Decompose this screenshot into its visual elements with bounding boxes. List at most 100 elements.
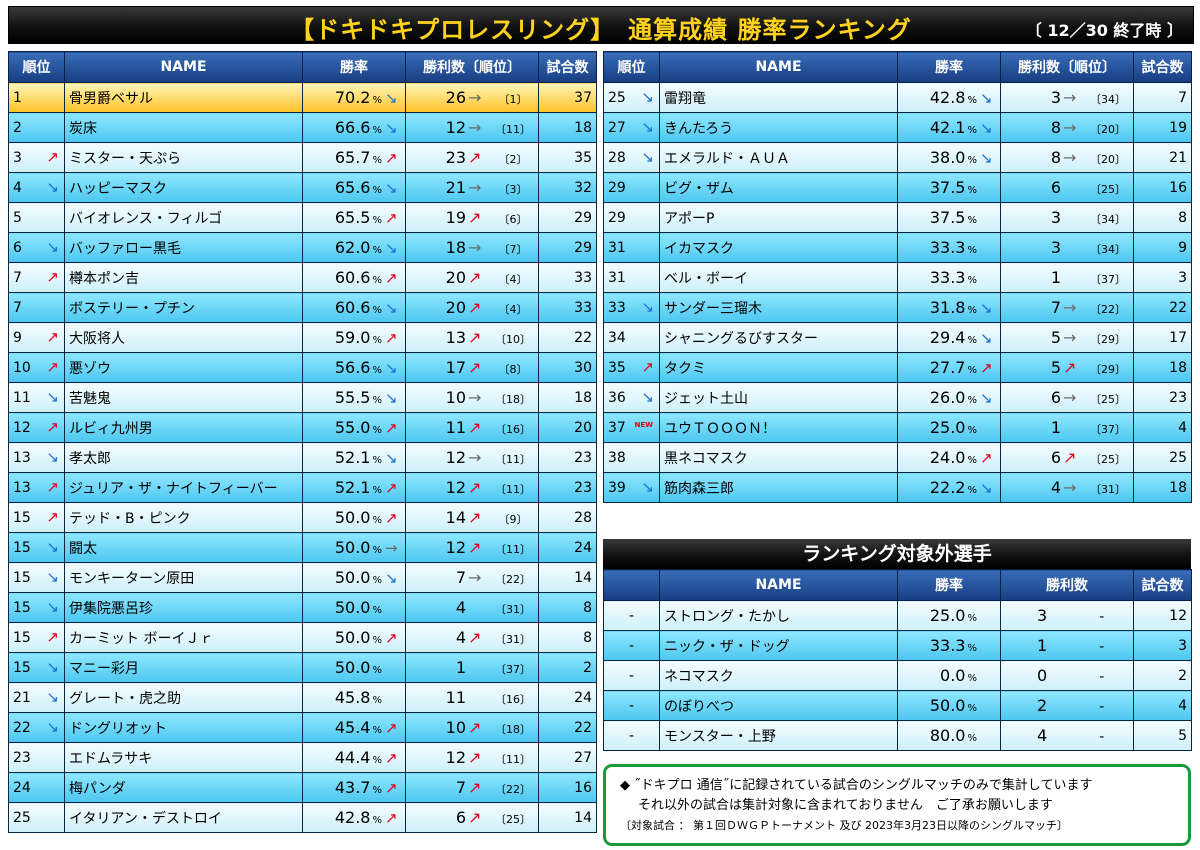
player-name: モンスター・上野 [659,720,898,751]
win-rate-cell: 0.0% [897,660,1001,691]
win-rate-value: 50.0 [334,598,371,617]
wins-value: 19 [445,208,466,227]
wins-rank: 〔8〕 [498,363,528,376]
table-row: 15 ↗ カーミット ボーイＪｒ 50.0% ↗ 4 ↗ 〔31〕 8 [8,622,597,653]
rank-value: 29 [608,179,626,196]
games-value: 2 [1133,660,1192,691]
table-row: 37 NEW ユウＴＯＯＯＮ！ 25.0% 1 〔37〕 4 [603,412,1192,443]
wins-value: 4 [455,628,466,647]
wins-cell: 1 〔37〕 [1000,262,1134,293]
table-header-row: 順位 NAME 勝率 勝利数〔順位〕 試合数 [8,51,597,83]
rank-cell: 15 ↘ [8,592,65,623]
rate-trend-icon: ↗ [385,779,398,797]
player-name: エメラルド・ＡＵＡ [659,142,898,173]
header-rate: 勝率 [302,51,406,83]
rank-trend-icon: ↘ [641,148,654,166]
wins-value: 11 [445,688,466,707]
rate-trend-icon: ↗ [980,449,993,467]
player-name: ジェット土山 [659,382,898,413]
wins-rank: 〔18〕 [495,723,531,736]
rank-value: 15 [13,509,31,526]
percent-sign: % [372,125,382,136]
wins-cell: 6 ↗ 〔25〕 [405,802,539,833]
excluded-table: NAME 勝率 勝利数 試合数 - ストロング・たかし 25.0% 3-12- ニック・… [603,569,1192,751]
wins-trend-icon: ↗ [468,358,482,377]
percent-sign: % [372,425,382,436]
rank-cell: 28 ↘ [603,142,660,173]
rank-dash: - [603,690,660,721]
wins-rank: 〔3〕 [498,183,528,196]
wins-value: 3 [1050,208,1061,227]
player-name: エドムラサキ [64,742,303,773]
games-value: 19 [1133,112,1192,143]
wins-value: 13 [445,328,466,347]
rank-cell: 29 [603,202,660,233]
wins-trend-icon: ↗ [468,778,482,797]
win-rate-value: 42.1 [929,118,966,137]
rank-value: 35 [608,359,626,376]
rank-value: 2 [13,119,22,136]
player-name: シャニングるびすスター [659,322,898,353]
rank-trend-icon: ↗ [46,268,59,286]
wins-rank: 〔34〕 [1090,93,1126,106]
excluded-header-blank [603,569,660,601]
rate-trend-icon: ↘ [980,389,993,407]
games-value: 18 [1133,352,1192,383]
rate-trend-icon: ↗ [385,149,398,167]
win-rate-value: 60.6 [334,268,371,287]
rank-trend-icon: ↘ [46,178,59,196]
win-rate-cell: 52.1% ↗ [302,472,406,503]
games-value: 18 [538,382,597,413]
note-line-2: それ以外の試合は集計対象に含まれておりません ご了承お願いします [638,798,1053,813]
rate-trend-icon: ↗ [385,809,398,827]
table-row: 15 ↘ モンキーターン原田 50.0% ↘ 7 → 〔22〕 14 [8,562,597,593]
rank-value: 15 [13,569,31,586]
rank-cell: 7 [8,292,65,323]
rank-cell: 31 [603,232,660,263]
win-rate-cell: 45.4% ↗ [302,712,406,743]
excluded-body: - ストロング・たかし 25.0% 3-12- ニック・ザ・ドッグ 33.3% 1-3- ネコ… [603,600,1192,751]
rate-trend-icon: ↗ [980,359,993,377]
table-row: 15 ↘ 闘太 50.0% → 12 ↗ 〔11〕 24 [8,532,597,563]
wins-value: 1 [1050,268,1061,287]
win-rate-cell: 62.0% ↘ [302,232,406,263]
ranking-body-left: 1 骨男爵ベサル 70.2% ↘ 26 → 〔1〕 37 2 炭床 66.6% ↘ 12 → 〔11〕 18 3… [8,82,597,833]
games-value: 8 [538,622,597,653]
wins-cell: 6 〔25〕 [1000,172,1134,203]
wins-trend-icon: ↗ [1063,358,1077,377]
note-line-3: 〔対象試合 ： 第１回ＤＷＧＰトーナメント 及び 2023年3月23日以降のシン… [620,819,1068,832]
win-rate-value: 43.7 [334,778,371,797]
wins-value: 20 [445,298,466,317]
percent-sign: % [967,425,977,436]
games-value: 9 [1133,232,1192,263]
percent-sign: % [372,335,382,346]
table-row: 27 ↘ きんたろう 42.1% ↘ 8 → 〔20〕 19 [603,112,1192,143]
rank-trend-icon: ↘ [46,568,59,586]
win-rate-cell: 59.0% ↗ [302,322,406,353]
wins-trend-icon: ↗ [468,208,482,227]
percent-sign: % [372,605,382,616]
rank-trend-icon: ↗ [46,358,59,376]
rank-value: 5 [13,209,22,226]
wins-value: 0 [1037,666,1048,685]
percent-sign: % [372,665,382,676]
wins-value: 2 [1037,696,1048,715]
table-row: 1 骨男爵ベサル 70.2% ↘ 26 → 〔1〕 37 [8,82,597,113]
wins-rank: 〔2〕 [498,153,528,166]
wins-cell: 6 ↗ 〔25〕 [1000,442,1134,473]
player-name: 苦魅鬼 [64,382,303,413]
wins-cell: 7 → 〔22〕 [405,562,539,593]
wins-value: 3 [1050,238,1061,257]
ranking-body-right: 25 ↘ 雷翔竜 42.8% ↘ 3 → 〔34〕 7 27 ↘ きんたろう 42.1% ↘ 8 → 〔20〕 1… [603,82,1192,503]
wins-trend-icon: ↗ [468,808,482,827]
rate-trend-icon: ↘ [385,239,398,257]
excluded-header-rate: 勝率 [897,569,1001,601]
wins-trend-icon: ↗ [468,298,482,317]
player-name: 梅パンダ [64,772,303,803]
rank-cell: 15 ↗ [8,622,65,653]
wins-cell: 18 → 〔7〕 [405,232,539,263]
games-value: 14 [538,562,597,593]
wins-rank: 〔20〕 [1090,153,1126,166]
wins-trend-icon: → [468,388,482,407]
table-row: 7 ボステリー・プチン 60.6% ↘ 20 ↗ 〔4〕 33 [8,292,597,323]
